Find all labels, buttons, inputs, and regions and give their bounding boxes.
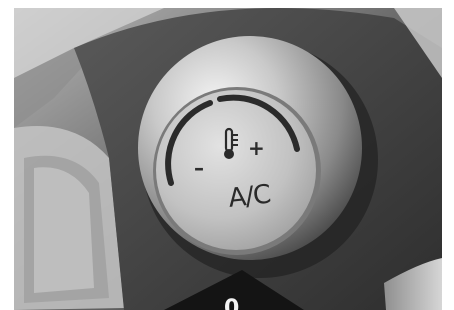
photo-scene [14, 8, 442, 310]
ac-knob-photo: – + A/C 0 [14, 8, 442, 310]
